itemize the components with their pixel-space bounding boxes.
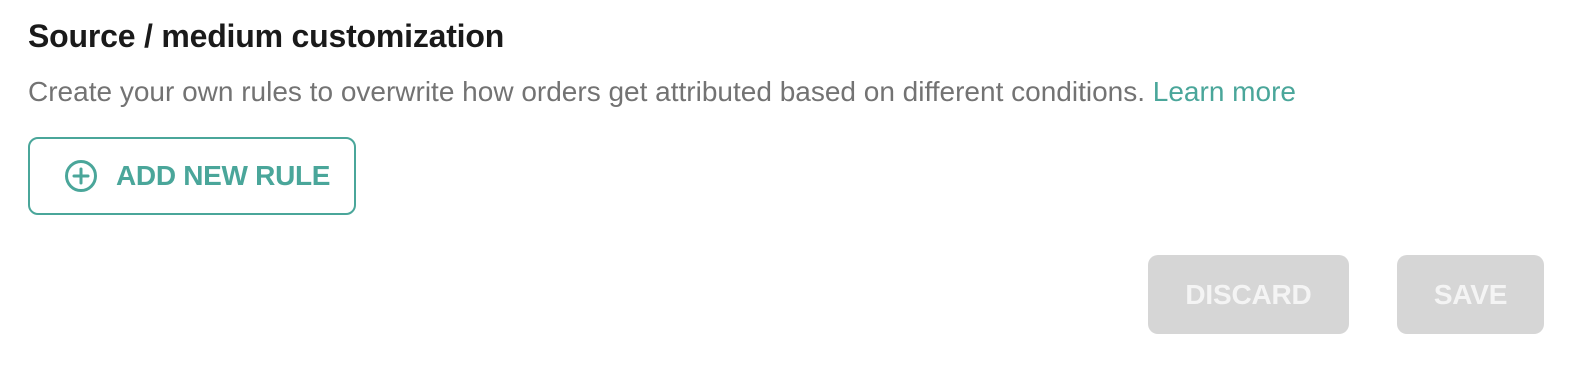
plus-circle-icon bbox=[64, 159, 98, 193]
learn-more-link[interactable]: Learn more bbox=[1153, 76, 1296, 107]
description-text: Create your own rules to overwrite how o… bbox=[28, 76, 1145, 107]
discard-button[interactable]: DISCARD bbox=[1148, 255, 1349, 334]
section-title: Source / medium customization bbox=[28, 18, 505, 54]
add-new-rule-button[interactable]: ADD NEW RULE bbox=[28, 137, 356, 215]
save-button[interactable]: SAVE bbox=[1397, 255, 1544, 334]
section-description: Create your own rules to overwrite how o… bbox=[28, 73, 1296, 111]
add-new-rule-label: ADD NEW RULE bbox=[116, 160, 331, 191]
